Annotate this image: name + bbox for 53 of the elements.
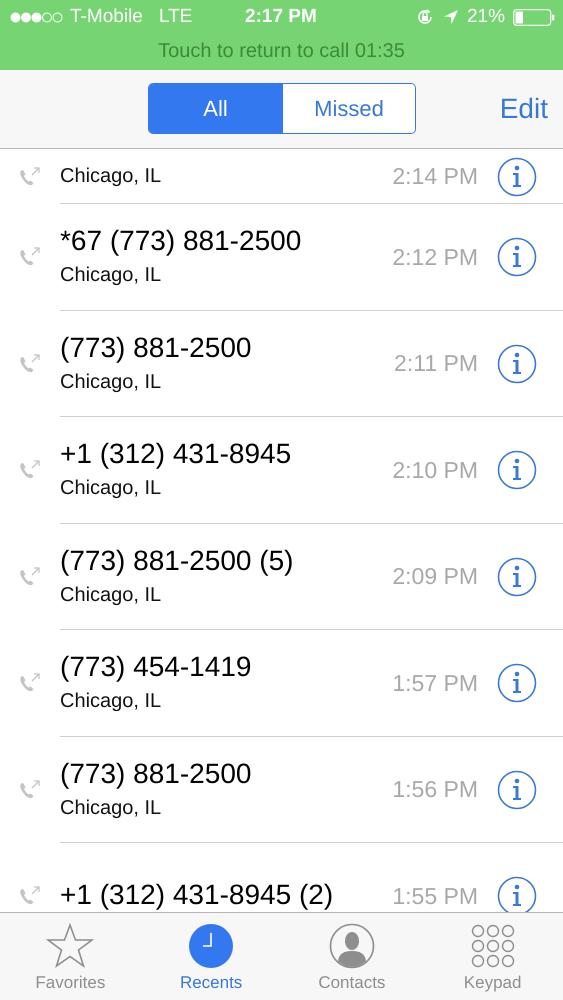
- phone-number: (773) 454-1419: [60, 650, 252, 684]
- phone-number: (773) 881-2500: [60, 756, 252, 791]
- filter-tab[interactable]: All: [149, 84, 282, 133]
- caller-location: Chicago, IL: [60, 164, 162, 188]
- call-time: 2:10 PM: [392, 456, 478, 484]
- phone-number: +1 (312) 431-8945: [60, 437, 292, 472]
- signal-icon: [10, 12, 64, 22]
- clock-icon: [188, 923, 234, 969]
- outgoing-call-icon: [18, 352, 42, 375]
- return-to-call-banner[interactable]: Touch to return to call 01:35: [0, 34, 563, 68]
- phone-number: (773) 881-2500 (5): [60, 544, 294, 578]
- call-time: 1:55 PM: [392, 882, 478, 910]
- filter-tab[interactable]: Missed: [282, 84, 415, 133]
- info-icon[interactable]: [497, 556, 537, 597]
- tab-bar-item[interactable]: Favorites: [0, 913, 141, 1000]
- info-icon[interactable]: [497, 156, 537, 196]
- info-icon[interactable]: [497, 450, 537, 490]
- star-icon: [46, 923, 94, 969]
- caller-location: Chicago, IL: [60, 476, 162, 502]
- location-arrow-icon: [442, 9, 459, 25]
- caller-location: Chicago, IL: [60, 370, 162, 395]
- battery-percentage: 21%: [466, 6, 505, 28]
- edit-button[interactable]: Edit: [500, 93, 563, 125]
- info-icon[interactable]: [497, 663, 537, 704]
- carrier-name: T-Mobile: [70, 6, 143, 28]
- call-time: 1:56 PM: [392, 776, 478, 804]
- outgoing-call-icon: [18, 778, 42, 801]
- network-type: LTE: [158, 6, 192, 28]
- caller-location: Chicago, IL: [60, 796, 162, 821]
- tab-bar-item[interactable]: Contacts: [282, 913, 422, 1000]
- info-icon[interactable]: [497, 876, 537, 912]
- call-time: 1:57 PM: [392, 670, 478, 697]
- call-time: 2:12 PM: [392, 244, 478, 271]
- tab-bar-item[interactable]: Recents: [140, 913, 282, 1000]
- outgoing-call-icon: [18, 566, 42, 588]
- info-icon[interactable]: [497, 770, 537, 810]
- info-icon[interactable]: [497, 237, 537, 278]
- status-time: 2:17 PM: [245, 6, 317, 28]
- tab-bar-item[interactable]: Keypad: [422, 913, 563, 1000]
- info-icon[interactable]: [497, 344, 537, 384]
- call-time: 2:11 PM: [394, 350, 478, 378]
- phone-number: +1 (312) 431-8945 (2): [60, 878, 334, 912]
- phone-number: (773) 881-2500: [60, 330, 252, 365]
- caller-location: Chicago, IL: [60, 582, 162, 608]
- call-time: 2:14 PM: [392, 163, 478, 190]
- call-time: 2:09 PM: [392, 563, 478, 590]
- battery-icon: [513, 8, 555, 26]
- caller-location: Chicago, IL: [60, 689, 162, 714]
- keypad-icon: [470, 923, 516, 969]
- caller-location: Chicago, IL: [60, 263, 162, 288]
- outgoing-call-icon: [18, 166, 42, 188]
- phone-number: *67 (773) 881-2500: [60, 224, 302, 258]
- person-icon: [328, 923, 375, 969]
